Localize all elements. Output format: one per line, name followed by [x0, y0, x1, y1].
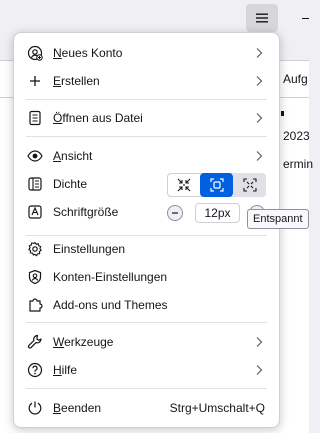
app-menu-panel: Neues Konto Erstellen Öffnen aus Datei A… [13, 32, 280, 428]
menu-item-label: Beenden [53, 401, 102, 415]
density-tooltip: Entspannt [247, 209, 309, 229]
chevron-right-icon [256, 365, 263, 375]
menu-item-settings[interactable]: Einstellungen [14, 236, 279, 262]
account-settings-icon [28, 269, 42, 285]
menu-item-help[interactable]: Hilfe [14, 357, 279, 383]
font-size-icon [28, 205, 42, 219]
density-relaxed-icon [242, 178, 257, 192]
plus-icon [30, 76, 40, 86]
menu-item-view[interactable]: Ansicht [14, 143, 279, 169]
menu-item-addons[interactable]: Add-ons und Themes [14, 292, 279, 318]
chevron-right-icon [256, 113, 263, 123]
menu-item-label: Konten-Einstellungen [53, 270, 168, 284]
wrench-icon [27, 334, 42, 349]
menu-item-tools[interactable]: Werkzeuge [14, 329, 279, 355]
menu-item-create[interactable]: Erstellen [14, 68, 279, 94]
minus-icon [172, 212, 178, 214]
power-icon [28, 401, 42, 415]
menu-item-label: Dichte [53, 177, 88, 191]
menu-item-label: Einstellungen [53, 242, 126, 256]
chevron-right-icon [256, 76, 263, 86]
puzzle-icon [29, 298, 43, 312]
menu-item-font-size: Schriftgröße [14, 199, 164, 225]
chevron-right-icon [256, 48, 263, 58]
menu-item-label: Erstellen [53, 74, 100, 88]
menu-item-label: Ansicht [53, 149, 93, 163]
file-icon [29, 110, 41, 126]
background-tab-fragment: Aufg [283, 72, 308, 86]
density-relaxed-button[interactable] [233, 173, 266, 197]
background-text-fragment: ermin [283, 157, 314, 171]
menu-separator [26, 136, 267, 137]
menu-separator [26, 388, 267, 389]
density-normal-button[interactable] [200, 173, 233, 197]
density-icon [28, 177, 42, 191]
menu-item-label: Hilfe [53, 363, 78, 377]
menu-item-density: Dichte [14, 171, 164, 197]
title-bar [0, 0, 309, 36]
density-compact-button[interactable] [167, 173, 200, 197]
menu-item-label: Schriftgröße [53, 205, 119, 219]
gear-icon [28, 241, 42, 257]
background-date-fragment: 2023 [283, 129, 310, 143]
menu-item-label: Neues Konto [53, 46, 123, 60]
menu-item-label: Öffnen aus Datei [53, 111, 143, 125]
menu-item-open-from-file[interactable]: Öffnen aus Datei [14, 105, 279, 131]
keyboard-shortcut: Strg+Umschalt+Q [169, 401, 265, 415]
menu-separator [26, 99, 267, 100]
window-control-minimize[interactable] [302, 18, 309, 19]
density-normal-icon [209, 178, 224, 192]
eye-icon [27, 150, 43, 162]
chevron-right-icon [256, 151, 263, 161]
chevron-right-icon [256, 337, 263, 347]
menu-item-label: Werkzeuge [53, 335, 114, 349]
menu-item-account-settings[interactable]: Konten-Einstellungen [14, 264, 279, 290]
font-size-value: 12px [195, 203, 240, 223]
hamburger-icon [256, 13, 268, 23]
menu-item-label: Add-ons und Themes [53, 298, 168, 312]
menu-separator [26, 322, 267, 323]
density-compact-icon [177, 178, 190, 192]
menu-item-quit[interactable]: Beenden Strg+Umschalt+Q [14, 395, 279, 421]
new-account-icon [27, 45, 43, 61]
background-marker [281, 111, 284, 116]
menu-item-new-account[interactable]: Neues Konto [14, 40, 279, 66]
app-menu-button[interactable] [246, 4, 278, 32]
font-size-decrease-button[interactable] [167, 205, 183, 221]
help-icon [27, 362, 43, 378]
